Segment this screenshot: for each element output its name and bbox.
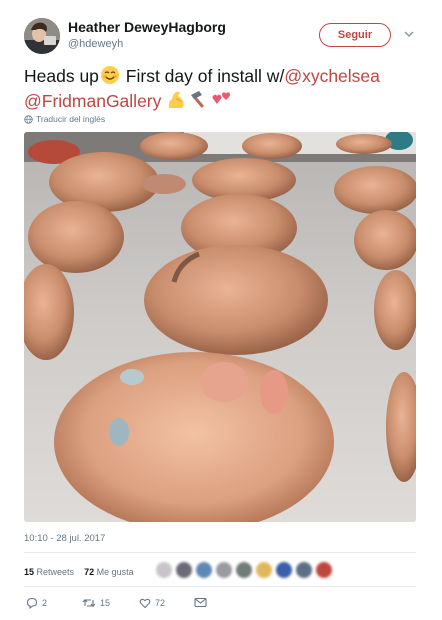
flexed-biceps-emoji-icon bbox=[169, 91, 185, 108]
avatar[interactable] bbox=[24, 18, 60, 54]
envelope-icon bbox=[194, 597, 207, 608]
tweet-text: Heads up First day of install w/@xychels… bbox=[24, 64, 424, 114]
tweet-photo[interactable] bbox=[24, 132, 416, 522]
tweet-text-start: Heads up bbox=[24, 66, 99, 86]
avatar-image bbox=[24, 18, 60, 54]
liker-avatars[interactable] bbox=[154, 559, 334, 581]
tweet-actions: 2 15 72 bbox=[24, 597, 224, 613]
reply-icon bbox=[26, 597, 38, 609]
translate-label[interactable]: Traducir del inglés bbox=[36, 114, 105, 124]
like-count: 72 bbox=[155, 598, 166, 608]
tweet-timestamp[interactable]: 10:10 - 28 jul. 2017 bbox=[24, 533, 105, 544]
chevron-down-icon[interactable] bbox=[403, 29, 415, 39]
divider bbox=[24, 552, 416, 553]
retweets-count[interactable]: 15 bbox=[24, 567, 34, 577]
retweet-icon bbox=[82, 598, 96, 608]
tweet-text-mid: First day of install w/ bbox=[120, 66, 285, 86]
retweet-count: 15 bbox=[100, 598, 111, 608]
translate-link[interactable]: Traducir del inglés bbox=[24, 114, 105, 124]
retweets-label[interactable]: Retweets bbox=[37, 567, 75, 577]
photo-image bbox=[24, 132, 416, 522]
divider bbox=[24, 586, 416, 587]
direct-message-button[interactable] bbox=[194, 597, 207, 608]
follow-button[interactable]: Seguir bbox=[319, 23, 391, 47]
globe-icon bbox=[24, 114, 33, 124]
smiling-face-emoji-icon bbox=[100, 66, 119, 84]
mention-link[interactable]: @FridmanGallery bbox=[24, 91, 161, 111]
likes-count[interactable]: 72 bbox=[84, 567, 94, 577]
reply-count: 2 bbox=[42, 598, 48, 608]
heart-icon bbox=[139, 598, 151, 609]
hammer-emoji-icon bbox=[191, 91, 204, 108]
likes-label[interactable]: Me gusta bbox=[97, 567, 134, 577]
tweet-stats: 15 Retweets 72 Me gusta bbox=[24, 567, 134, 577]
mention-link[interactable]: @xychelsea bbox=[284, 66, 380, 86]
two-hearts-emoji-icon bbox=[212, 92, 231, 104]
retweet-button[interactable]: 15 bbox=[82, 597, 110, 609]
reply-button[interactable]: 2 bbox=[26, 597, 47, 609]
like-button[interactable]: 72 bbox=[139, 597, 165, 609]
user-handle[interactable]: @hdeweyh bbox=[68, 38, 123, 50]
user-display-name[interactable]: Heather DeweyHagborg bbox=[68, 19, 226, 35]
